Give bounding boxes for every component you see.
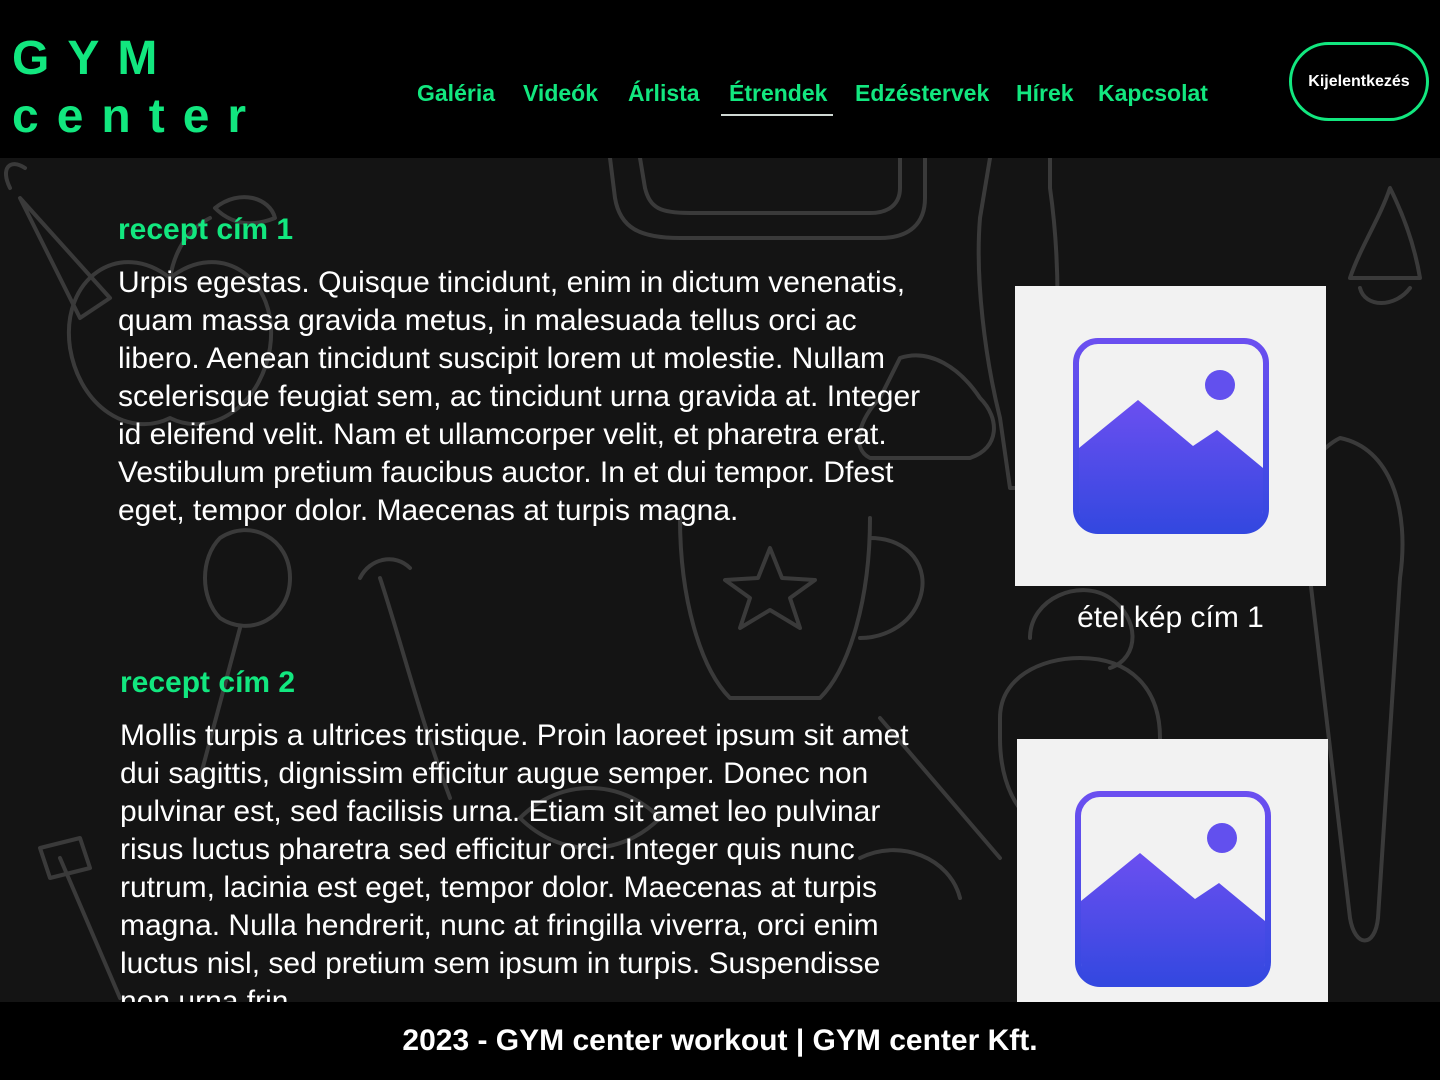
main-content: recept cím 1 Urpis egestas. Quisque tinc… xyxy=(0,158,1440,1002)
nav-item-hirek[interactable]: Hírek xyxy=(1016,76,1074,110)
nav-item-arlista[interactable]: Árlista xyxy=(628,76,700,110)
recipe-title-1: recept cím 1 xyxy=(118,213,294,246)
logo-line-1: GYM xyxy=(12,32,176,85)
footer: 2023 - GYM center workout | GYM center K… xyxy=(0,1002,1440,1080)
recipe-image-1[interactable] xyxy=(1015,286,1326,586)
page: GYM center Galéria Videók Árlista Étrend… xyxy=(0,0,1440,1080)
recipe-text-1: Urpis egestas. Quisque tincidunt, enim i… xyxy=(118,266,921,527)
recipe-title-2: recept cím 2 xyxy=(120,666,296,699)
recipe-image-caption-1: étel kép cím 1 xyxy=(1077,601,1264,634)
recipe-image-2[interactable] xyxy=(1017,739,1328,1002)
header: GYM center Galéria Videók Árlista Étrend… xyxy=(0,0,1440,158)
logo-line-2: center xyxy=(12,90,265,143)
nav-item-etrendek[interactable]: Étrendek xyxy=(720,76,834,116)
image-placeholder-icon xyxy=(1075,791,1271,987)
image-placeholder-icon xyxy=(1073,338,1269,534)
nav-item-kapcsolat[interactable]: Kapcsolat xyxy=(1098,76,1208,110)
nav-item-edzestervek[interactable]: Edzéstervek xyxy=(855,76,989,110)
recipe-text-2: Mollis turpis a ultrices tristique. Proi… xyxy=(120,719,909,1002)
nav-item-videok[interactable]: Videók xyxy=(523,76,598,110)
footer-text: 2023 - GYM center workout | GYM center K… xyxy=(402,1024,1038,1057)
logo[interactable]: GYM center xyxy=(12,30,264,146)
nav-item-galeria[interactable]: Galéria xyxy=(417,76,495,110)
logout-button[interactable]: Kijelentkezés xyxy=(1289,42,1429,121)
